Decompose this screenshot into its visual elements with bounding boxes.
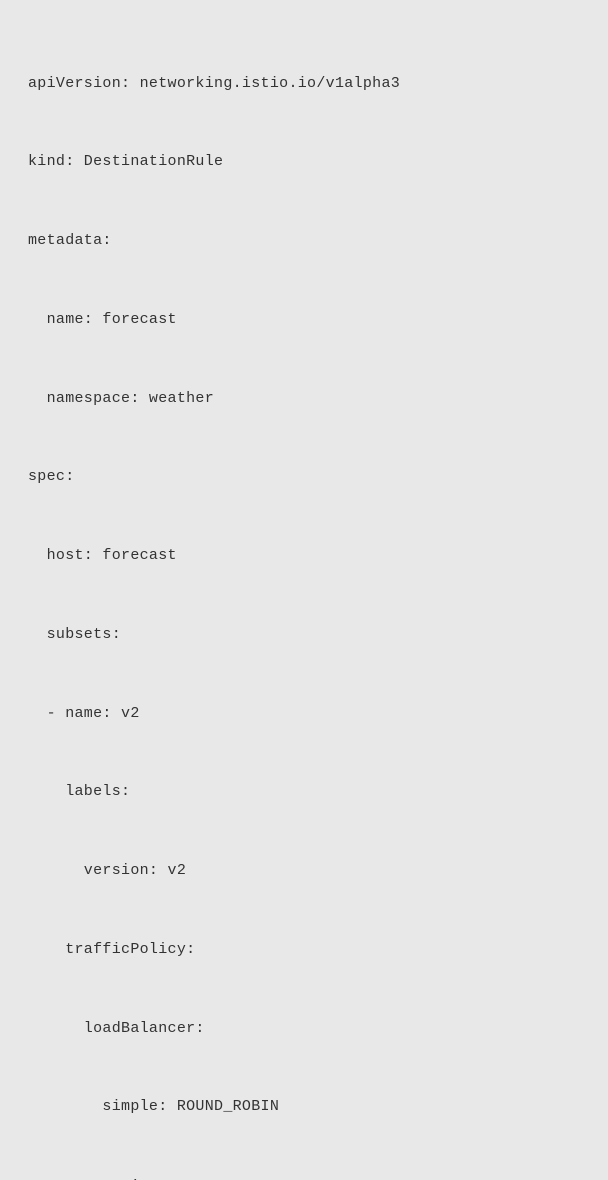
code-line: simple: ROUND_ROBIN [28,1094,580,1120]
yaml-code-block: apiVersion: networking.istio.io/v1alpha3… [28,18,580,1180]
code-line: subsets: [28,622,580,648]
code-line: labels: [28,779,580,805]
code-line: name: forecast [28,307,580,333]
code-line: loadBalancer: [28,1016,580,1042]
code-line: spec: [28,464,580,490]
code-line: apiVersion: networking.istio.io/v1alpha3 [28,71,580,97]
code-line: kind: DestinationRule [28,149,580,175]
code-line: - name: v1 [28,1173,580,1180]
code-line: version: v2 [28,858,580,884]
code-line: host: forecast [28,543,580,569]
code-line: - name: v2 [28,701,580,727]
code-line: trafficPolicy: [28,937,580,963]
code-line: namespace: weather [28,386,580,412]
code-line: metadata: [28,228,580,254]
